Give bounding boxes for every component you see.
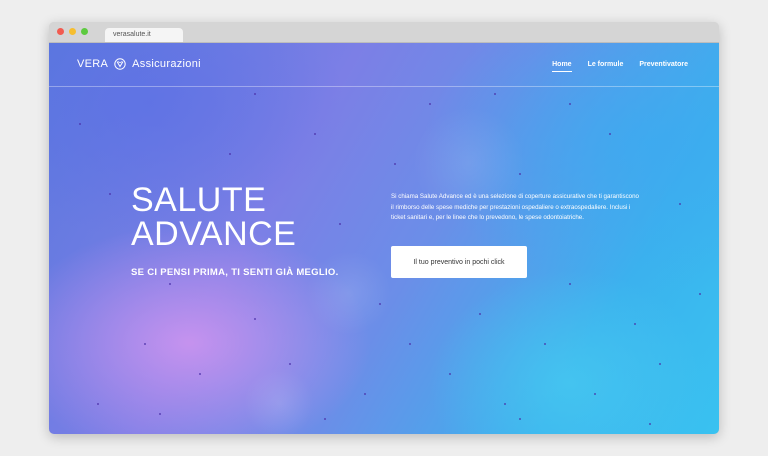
background-speck	[394, 163, 396, 165]
background-speck	[364, 393, 366, 395]
logo-emblem-icon	[114, 58, 126, 70]
hero-title-line-1: SALUTE	[131, 181, 267, 219]
background-speck	[634, 323, 636, 325]
background-speck	[339, 223, 341, 225]
maximize-window-button[interactable]	[81, 28, 88, 35]
background-speck	[79, 123, 81, 125]
background-speck	[97, 403, 99, 405]
background-speck	[679, 203, 681, 205]
background-speck	[449, 373, 451, 375]
browser-window: verasalute.it VERA Assicurazioni Home Le…	[49, 22, 719, 434]
background-speck	[594, 393, 596, 395]
background-speck	[429, 103, 431, 105]
hero-tagline: SE CI PENSI PRIMA, TI SENTI GIÀ MEGLIO.	[131, 267, 339, 278]
background-speck	[109, 193, 111, 195]
background-speck	[569, 283, 571, 285]
background-speck	[324, 418, 326, 420]
background-speck	[649, 423, 651, 425]
close-window-button[interactable]	[57, 28, 64, 35]
hero-description: Si chiama Salute Advance ed è una selezi…	[391, 193, 639, 222]
background-speck	[569, 103, 571, 105]
quote-cta-button[interactable]: Il tuo preventivo in pochi click	[391, 246, 527, 278]
background-speck	[479, 313, 481, 315]
background-speck	[409, 343, 411, 345]
site-header: VERA Assicurazioni Home Le formule Preve…	[49, 43, 719, 87]
background-speck	[254, 318, 256, 320]
background-speck	[494, 93, 496, 95]
background-speck	[519, 173, 521, 175]
nav-item-home[interactable]: Home	[552, 61, 572, 72]
nav-item-le-formule[interactable]: Le formule	[588, 61, 624, 72]
page-viewport: VERA Assicurazioni Home Le formule Preve…	[49, 43, 719, 434]
background-speck	[519, 418, 521, 420]
browser-chrome: verasalute.it	[49, 22, 719, 43]
background-speck	[159, 413, 161, 415]
background-speck	[504, 403, 506, 405]
browser-tab[interactable]: verasalute.it	[105, 28, 183, 42]
hero-title-line-2: ADVANCE	[131, 215, 297, 253]
background-speck	[659, 363, 661, 365]
background-speck	[609, 133, 611, 135]
background-speck	[544, 343, 546, 345]
logo-text-assicurazioni: Assicurazioni	[132, 58, 201, 70]
background-speck	[314, 133, 316, 135]
background-speck	[699, 293, 701, 295]
site-logo[interactable]: VERA Assicurazioni	[77, 55, 201, 73]
hero-title: SALUTE ADVANCE	[131, 183, 296, 251]
background-speck	[379, 303, 381, 305]
background-speck	[289, 363, 291, 365]
main-nav: Home Le formule Preventivatore	[552, 61, 688, 72]
minimize-window-button[interactable]	[69, 28, 76, 35]
background-speck	[144, 343, 146, 345]
nav-item-preventivatore[interactable]: Preventivatore	[639, 61, 688, 72]
logo-text-vera: VERA	[77, 58, 109, 70]
background-speck	[199, 373, 201, 375]
background-speck	[169, 283, 171, 285]
background-speck	[254, 93, 256, 95]
background-speck	[229, 153, 231, 155]
